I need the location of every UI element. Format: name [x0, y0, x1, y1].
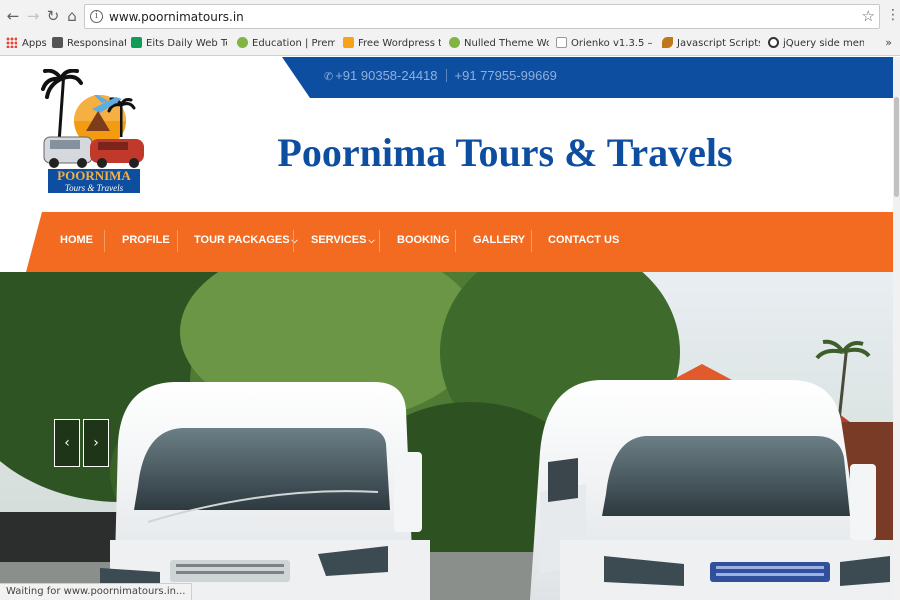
bookmark-label: Apps: [22, 38, 47, 49]
bookmark-nulled-theme[interactable]: Nulled Theme Wordp: [449, 36, 549, 52]
bookmark-label: Nulled Theme Wordp: [464, 38, 549, 49]
nav-contact-us[interactable]: CONTACT US: [548, 234, 619, 246]
apps-grid-icon: [6, 37, 17, 48]
main-navigation: HOME PROFILE TOUR PACKAGES ⌵ SERVICES ⌵ BO…: [26, 212, 893, 272]
logo-name: POORNIMA: [57, 168, 131, 183]
bookmark-star-icon[interactable]: ☆: [862, 7, 875, 25]
bookmark-label: Education | Premium: [252, 38, 335, 49]
nav-divider: [293, 230, 294, 252]
nav-divider: [104, 230, 105, 252]
bookmark-education[interactable]: Education | Premium: [237, 36, 335, 52]
nav-profile[interactable]: PROFILE: [122, 234, 170, 246]
bookmark-free-wordpress[interactable]: Free Wordpress them: [343, 36, 441, 52]
site-logo[interactable]: POORNIMA Tours & Travels: [40, 69, 148, 195]
hero-image: [0, 272, 893, 600]
home-icon[interactable]: ⌂: [63, 7, 81, 25]
page-content: ✆ +91 90358-24418 +91 77955-99669 POORNIMA…: [0, 57, 893, 600]
bookmark-apps[interactable]: Apps: [6, 36, 47, 52]
circle-c-icon: [768, 37, 779, 48]
logo-tagline: Tours & Travels: [65, 183, 124, 193]
browser-menu-icon[interactable]: ⋮: [886, 8, 900, 22]
phone-number-2[interactable]: +91 77955-99669: [455, 68, 557, 83]
reload-icon[interactable]: ↻: [44, 7, 62, 25]
address-bar[interactable]: i www.poornimatours.in ☆: [84, 4, 880, 29]
nav-services[interactable]: SERVICES ⌵: [311, 234, 375, 246]
phone-icon: ✆: [324, 71, 334, 83]
nav-divider: [455, 230, 456, 252]
site-title: Poornima Tours & Travels: [277, 130, 733, 175]
bookmark-label: Free Wordpress them: [358, 38, 441, 49]
page-icon: [556, 37, 567, 48]
back-arrow-icon[interactable]: ←: [4, 7, 22, 25]
nav-booking[interactable]: BOOKING: [397, 234, 450, 246]
phone-number-1[interactable]: +91 90358-24418: [335, 68, 437, 83]
bookmark-icon: [343, 37, 354, 48]
nav-label: SERVICES: [311, 234, 367, 246]
hero-slider: ‹ ›: [0, 272, 893, 600]
bookmark-label: jQuery side menu Plu: [783, 38, 864, 49]
info-icon[interactable]: i: [90, 10, 103, 23]
nav-divider: [177, 230, 178, 252]
bookmark-label: Eits Daily Web Team: [146, 38, 227, 49]
slider-prev-button[interactable]: ‹: [54, 419, 80, 467]
leaf-icon: [662, 37, 673, 48]
bookmarks-overflow-icon[interactable]: »: [885, 36, 892, 49]
nav-divider: [531, 230, 532, 252]
bookmarks-bar: Apps Responsinator Eits Daily Web Team E…: [0, 32, 900, 56]
bookmark-label: Responsinator: [67, 38, 126, 49]
bookmark-label: Javascript Scripts, Fre: [677, 38, 760, 49]
nav-home[interactable]: HOME: [60, 234, 93, 246]
envato-icon: [237, 37, 248, 48]
forward-arrow-icon[interactable]: →: [24, 7, 42, 25]
bookmark-javascript-scripts[interactable]: Javascript Scripts, Fre: [662, 36, 760, 52]
scrollbar-thumb[interactable]: [894, 97, 899, 197]
bookmark-orienko[interactable]: Orienko v1.3.5 – Woo: [556, 36, 654, 52]
bookmark-responsinator[interactable]: Responsinator: [52, 36, 126, 52]
responsinator-icon: [52, 37, 63, 48]
bookmark-jquery-side-menu[interactable]: jQuery side menu Plu: [768, 36, 864, 52]
status-bar: Waiting for www.poornimatours.in...: [0, 583, 193, 600]
slider-next-button[interactable]: ›: [83, 419, 109, 467]
nav-tour-packages[interactable]: TOUR PACKAGES ⌵: [194, 234, 298, 246]
chevron-down-icon: ⌵: [368, 236, 375, 245]
browser-toolbar: ← → ↻ ⌂ i www.poornimatours.in ☆ ⋮: [0, 0, 900, 32]
envato-icon: [449, 37, 460, 48]
divider: [445, 69, 447, 82]
page-scrollbar[interactable]: [893, 57, 900, 600]
bookmark-label: Orienko v1.3.5 – Woo: [571, 38, 654, 49]
nav-divider: [379, 230, 380, 252]
sheets-icon: [131, 37, 142, 48]
nav-gallery[interactable]: GALLERY: [473, 234, 525, 246]
url-text[interactable]: www.poornimatours.in: [109, 10, 244, 24]
contact-bar: ✆ +91 90358-24418 +91 77955-99669: [282, 57, 893, 98]
bookmark-eits-daily[interactable]: Eits Daily Web Team: [131, 36, 227, 52]
nav-label: TOUR PACKAGES: [194, 234, 290, 246]
